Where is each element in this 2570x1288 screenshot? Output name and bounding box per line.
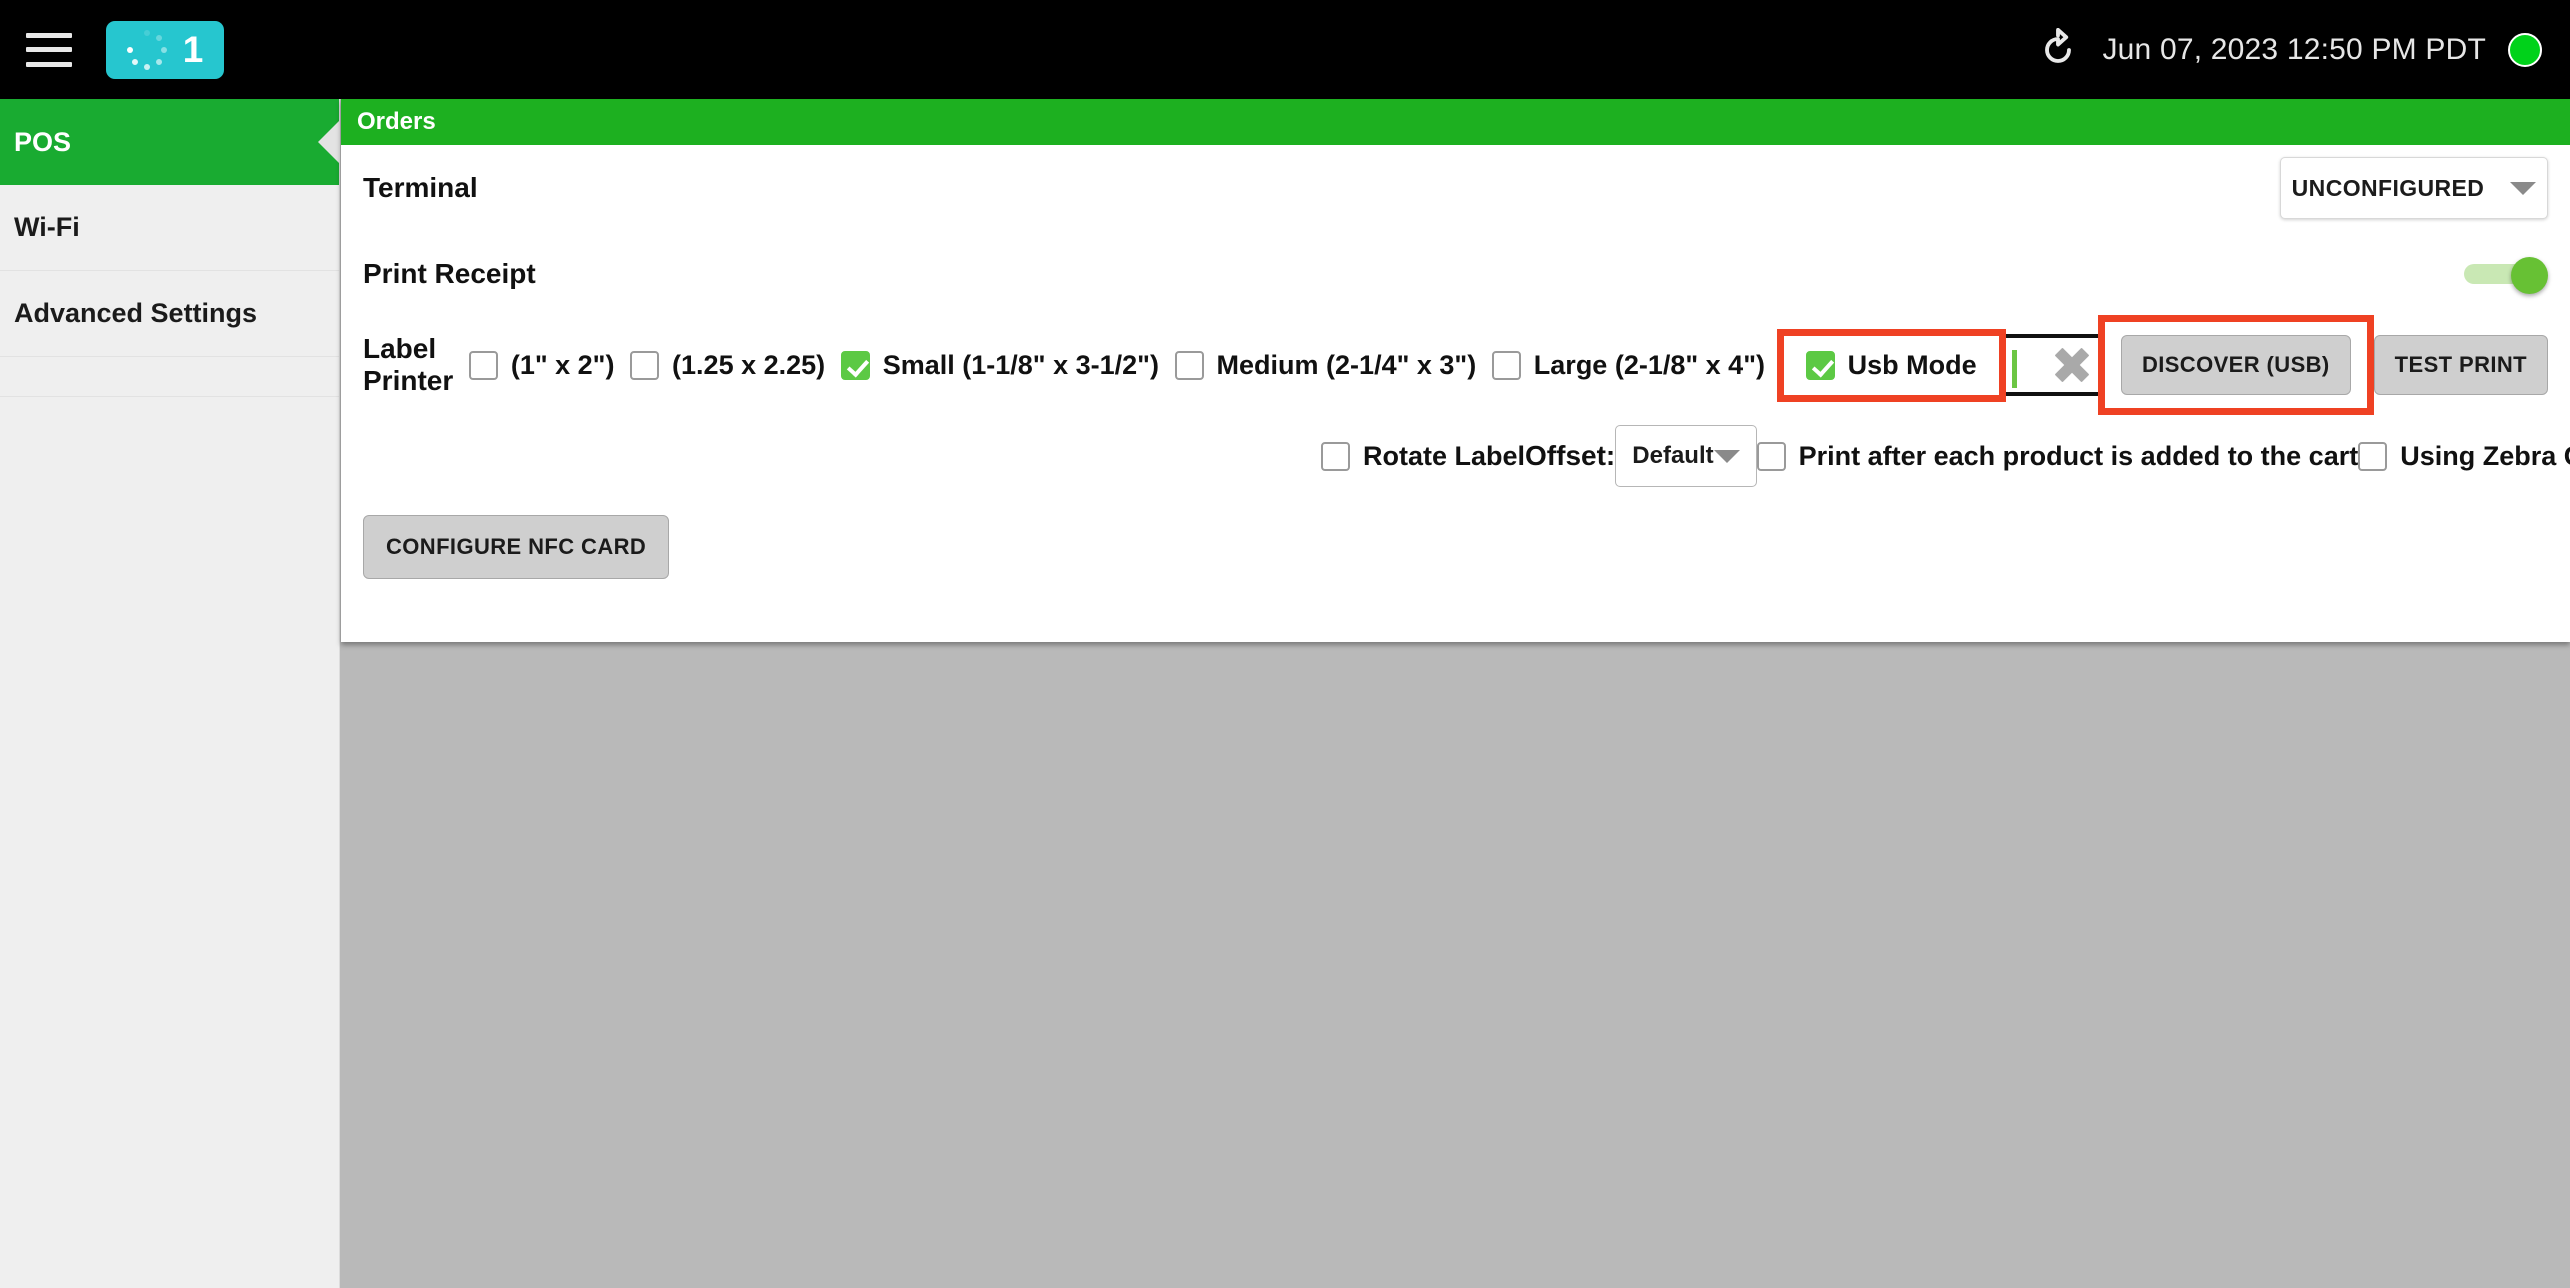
print-receipt-row: Print Receipt [341,231,2570,317]
checkbox-box [1805,350,1835,380]
cart-count: 1 [182,29,204,70]
checkbox-usb-mode[interactable]: Usb Mode [1805,349,1977,381]
sidebar-item-label: POS [14,126,72,157]
offset-select-value: Default [1632,442,1714,469]
top-bar: 1 Jun 07, 2023 12:50 PM PDT [0,0,2570,99]
usb-mode-annotation-box: Usb Mode [1776,328,2006,402]
content-header: Orders [341,99,2570,145]
checkbox-print-after-each-product[interactable]: Print after each product is added to the… [1756,440,2359,472]
terminal-dropdown-value: UNCONFIGURED [2291,174,2485,201]
offset-label: Offset: [1525,440,1616,471]
discover-usb-button[interactable]: DISCOVER (USB) [2120,335,2351,395]
online-status-dot [2508,32,2542,67]
checkbox-size-medium[interactable]: Medium (2-1/4" x 3") [1174,349,1477,381]
checkbox-label: Medium (2-1/4" x 3") [1216,349,1477,380]
printer-options-row: Rotate Label Offset: Default Print after… [341,413,2570,499]
checkbox-box [1756,441,1786,471]
topbar-right-group: Jun 07, 2023 12:50 PM PDT [2036,27,2542,72]
clear-x-icon[interactable] [2052,345,2092,385]
checkbox-box [840,350,870,380]
configure-nfc-card-button[interactable]: CONFIGURE NFC CARD [363,515,670,579]
print-receipt-label: Print Receipt [363,258,536,289]
checkbox-label: Small (1-1/8" x 3-1/2") [882,349,1159,380]
checkbox-box [1321,441,1350,471]
offset-select[interactable]: Default [1615,425,1757,487]
checkbox-box [2358,441,2388,471]
sidebar-item-label: Advanced Settings [14,298,258,328]
cart-badge[interactable]: 1 [106,20,224,79]
content-panel: Orders Terminal UNCONFIGURED Print Recei… [341,99,2570,642]
checkbox-size-125x225[interactable]: (1.25 x 2.25) [630,350,825,381]
sidebar-divider [0,357,339,397]
sidebar-item-advanced-settings[interactable]: Advanced Settings [0,271,339,357]
terminal-dropdown[interactable]: UNCONFIGURED [2280,157,2548,219]
checkbox-label: Rotate Label [1363,440,1526,471]
datetime-label: Jun 07, 2023 12:50 PM PDT [2102,32,2486,66]
sidebar-item-label: Wi-Fi [14,212,80,242]
checkbox-label: Large (2-1/8" x 4") [1533,349,1765,380]
test-print-button[interactable]: TEST PRINT [2373,335,2549,395]
checkbox-rotate-label[interactable]: Rotate Label [1321,441,1525,472]
terminal-label: Terminal [363,172,478,203]
sidebar: POS Wi-Fi Advanced Settings [0,99,340,1288]
loading-spinner-icon [126,29,167,70]
hamburger-menu-icon[interactable] [26,32,72,67]
refresh-icon[interactable] [2036,27,2080,72]
sidebar-item-wifi[interactable]: Wi-Fi [0,185,339,271]
page-title: Orders [357,108,436,135]
printer-address-input[interactable] [2005,334,2098,396]
terminal-row: Terminal UNCONFIGURED [341,145,2570,231]
label-printer-row: Label Printer (1" x 2") (1.25 x 2.25) Sm… [341,315,2570,415]
checkbox-label: Usb Mode [1847,349,1977,380]
checkbox-label: (1" x 2") [510,349,615,380]
checkbox-box [630,350,660,380]
print-receipt-toggle[interactable] [2464,257,2548,294]
checkbox-label: (1.25 x 2.25) [672,349,826,380]
checkbox-box [1174,350,1204,380]
checkbox-using-zebra[interactable]: Using Zebra GK420T or LP2824 [2358,441,2570,472]
checkbox-box [1491,350,1521,380]
checkbox-label: Using Zebra GK420T or LP2824 [2400,440,2570,471]
chevron-down-icon [1713,449,1740,463]
label-printer-label: Label Printer [363,333,454,396]
text-cursor [2011,350,2017,388]
checkbox-size-large[interactable]: Large (2-1/8" x 4") [1491,349,1765,381]
nfc-row: CONFIGURE NFC CARD [341,499,2570,595]
toggle-thumb [2511,257,2548,294]
checkbox-label: Print after each product is added to the… [1798,440,2359,471]
sidebar-item-pos[interactable]: POS [0,99,339,185]
chevron-down-icon [2510,181,2537,195]
checkbox-box [468,350,498,380]
discover-annotation-box: DISCOVER (USB) [2097,315,2374,415]
checkbox-size-small[interactable]: Small (1-1/8" x 3-1/2") [840,349,1159,381]
checkbox-size-1x2[interactable]: (1" x 2") [468,349,615,381]
